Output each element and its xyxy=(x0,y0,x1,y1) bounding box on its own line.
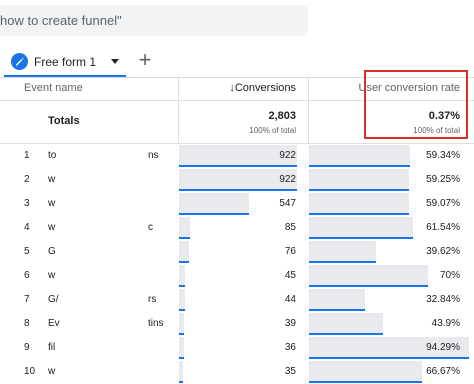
event-name-tail: tins xyxy=(148,318,164,329)
tab-label: Free form 1 xyxy=(34,55,97,69)
event-name: w xyxy=(48,270,56,281)
rate-value: 61.54% xyxy=(426,222,460,233)
conversions-value: 922 xyxy=(279,150,296,161)
conversions-bar xyxy=(179,265,185,287)
table-row[interactable]: 5 G 76 39.62% xyxy=(0,240,474,264)
conversions-value: 85 xyxy=(284,222,296,233)
conversions-value: 922 xyxy=(279,174,296,185)
add-tab-button[interactable]: + xyxy=(134,49,156,72)
event-name: Ev xyxy=(48,318,60,329)
row-number: 5 xyxy=(24,246,30,257)
search-input[interactable]: how to create funnel" xyxy=(0,5,308,36)
table-row[interactable]: 8 Ev tins 39 43.9% xyxy=(0,312,474,336)
conversions-bar xyxy=(179,193,249,215)
totals-label: Totals xyxy=(48,115,80,127)
rate-bar xyxy=(309,265,428,287)
conversions-value: 39 xyxy=(284,318,296,329)
rate-value: 66.67% xyxy=(426,366,460,377)
conversions-bar xyxy=(179,241,189,263)
conversions-value: 76 xyxy=(284,246,296,257)
conversions-bar xyxy=(179,337,184,359)
tab-free-form-1[interactable]: Free form 1 xyxy=(4,47,126,77)
rate-value: 43.9% xyxy=(431,318,460,329)
rate-value: 32.84% xyxy=(426,294,460,305)
rate-bar xyxy=(309,169,409,191)
row-number: 4 xyxy=(24,222,30,233)
event-name: w xyxy=(48,174,56,185)
table-row[interactable]: 1 to ns 922 59.34% xyxy=(0,144,474,168)
totals-conversions: 2,803 xyxy=(268,110,296,122)
rate-bar xyxy=(309,217,413,239)
column-divider xyxy=(308,78,309,143)
row-number: 1 xyxy=(24,150,30,161)
table-row[interactable]: 10 w 35 66.67% xyxy=(0,360,474,384)
chevron-down-icon[interactable] xyxy=(111,59,119,64)
event-name: G/ xyxy=(48,294,59,305)
rate-bar xyxy=(309,193,409,215)
row-number: 3 xyxy=(24,198,30,209)
highlight-box xyxy=(364,70,468,139)
conversions-bar xyxy=(179,313,184,335)
row-number: 9 xyxy=(24,342,30,353)
rate-value: 59.07% xyxy=(426,198,460,209)
rate-bar xyxy=(309,145,410,167)
conversions-bar xyxy=(179,361,183,383)
conversions-value: 44 xyxy=(284,294,296,305)
event-name: w xyxy=(48,222,56,233)
event-name: w xyxy=(48,198,56,209)
event-name: to xyxy=(48,150,57,161)
row-number: 2 xyxy=(24,174,30,185)
row-number: 8 xyxy=(24,318,30,329)
rate-bar xyxy=(309,361,422,383)
table-row[interactable]: 3 w 547 59.07% xyxy=(0,192,474,216)
rate-bar xyxy=(309,313,383,335)
rate-bar xyxy=(309,289,365,311)
row-number: 6 xyxy=(24,270,30,281)
event-name: fil xyxy=(48,342,56,353)
table-row[interactable]: 9 fil 36 94.29% xyxy=(0,336,474,360)
rate-value: 39.62% xyxy=(426,246,460,257)
table-row[interactable]: 7 G/rs 44 32.84% xyxy=(0,288,474,312)
conversions-value: 45 xyxy=(284,270,296,281)
totals-conversions-sub: 100% of total xyxy=(249,126,296,135)
table-row[interactable]: 6 w 45 70% xyxy=(0,264,474,288)
conversions-bar xyxy=(179,217,190,239)
table-row[interactable]: 4 w c 85 61.54% xyxy=(0,216,474,240)
event-name-tail: c xyxy=(148,222,153,233)
rate-value: 70% xyxy=(439,270,460,281)
pencil-icon[interactable] xyxy=(11,53,28,70)
rate-bar xyxy=(309,241,376,263)
event-name: G xyxy=(48,246,56,257)
event-name-tail: ns xyxy=(148,150,159,161)
event-name-tail: rs xyxy=(148,294,157,305)
conversions-bar xyxy=(179,289,185,311)
conversions-value: 547 xyxy=(279,198,296,209)
table-row[interactable]: 2 w 922 59.25% xyxy=(0,168,474,192)
search-text: how to create funnel" xyxy=(0,13,122,28)
row-number: 7 xyxy=(24,294,30,305)
row-number: 10 xyxy=(24,366,36,377)
conversions-value: 35 xyxy=(284,366,296,377)
rate-value: 94.29% xyxy=(426,342,460,353)
rate-value: 59.25% xyxy=(426,174,460,185)
conversions-value: 36 xyxy=(284,342,296,353)
event-name: w xyxy=(48,366,56,377)
rate-value: 59.34% xyxy=(426,150,460,161)
